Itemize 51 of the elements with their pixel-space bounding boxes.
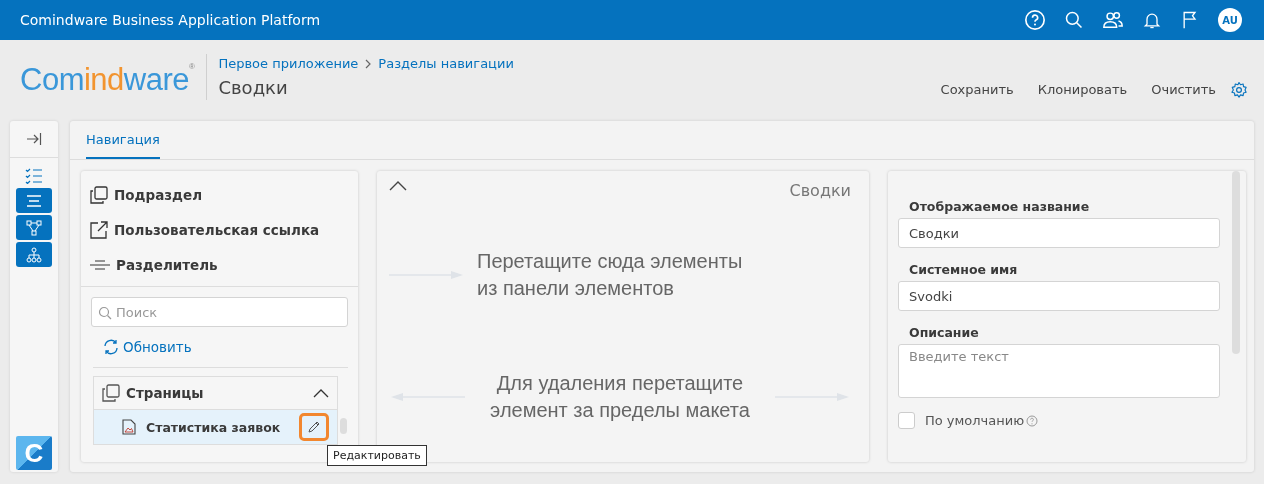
menu-icon bbox=[26, 194, 42, 207]
settings-icon[interactable] bbox=[1230, 80, 1248, 99]
tab[interactable]: Навигация bbox=[86, 121, 160, 159]
tooltip: Редактировать bbox=[327, 445, 427, 466]
copy-icon bbox=[90, 185, 108, 204]
field-label: Системное имя bbox=[909, 262, 1019, 277]
input-field[interactable]: Svodki bbox=[898, 281, 1220, 311]
toolbar-button[interactable]: Очистить bbox=[1141, 78, 1226, 101]
field-label: Описание bbox=[909, 325, 980, 340]
scrollbar-thumb[interactable] bbox=[339, 418, 347, 434]
drop-hint: Перетащите сюда элементы из панели элементов bbox=[477, 249, 743, 301]
edit-button[interactable] bbox=[299, 413, 329, 441]
input-field[interactable]: Сводки bbox=[898, 218, 1220, 248]
checkbox-label: По умолчанию bbox=[925, 413, 1025, 428]
toolbar-button[interactable]: Сохранить bbox=[930, 78, 1024, 101]
search-field[interactable]: Поиск bbox=[91, 297, 348, 327]
palette-item[interactable]: Разделитель bbox=[116, 256, 218, 273]
palette-item[interactable]: Пользовательская ссылка bbox=[114, 221, 320, 238]
chevron-right-icon bbox=[364, 58, 373, 69]
user-avatar[interactable]: AU bbox=[1218, 8, 1242, 32]
palette-item[interactable]: Подраздел bbox=[114, 186, 203, 203]
checklist-icon[interactable] bbox=[25, 168, 43, 184]
logo: Comindware$^{®}$ bbox=[20, 62, 196, 98]
refresh-link[interactable]: Обновить bbox=[103, 339, 192, 355]
canvas-title: Сводки bbox=[789, 181, 851, 200]
chevron-up-icon[interactable] bbox=[313, 388, 329, 398]
breadcrumb-link[interactable]: Разделы навигации bbox=[378, 56, 514, 71]
refresh-icon bbox=[103, 339, 119, 355]
external-link-icon bbox=[90, 220, 108, 239]
diagram-icon bbox=[26, 219, 42, 236]
separator-icon bbox=[90, 258, 110, 271]
image-file-icon bbox=[122, 419, 136, 435]
breadcrumb-link[interactable]: Первое приложение bbox=[218, 56, 359, 71]
hierarchy-button[interactable] bbox=[16, 242, 52, 267]
remove-hint: Для удаления перетащите элемент за пределы макета bbox=[490, 371, 750, 423]
pencil-icon bbox=[307, 420, 321, 434]
checkbox[interactable] bbox=[898, 412, 915, 429]
users-icon[interactable] bbox=[1102, 9, 1124, 31]
copy-icon bbox=[102, 384, 120, 402]
field-label: Отображаемое название bbox=[909, 199, 1091, 214]
search-icon[interactable] bbox=[1064, 10, 1084, 30]
collapse-icon[interactable] bbox=[26, 132, 42, 146]
hierarchy-icon bbox=[26, 246, 42, 263]
tree-group-label[interactable]: Страницы bbox=[126, 385, 204, 401]
text-area[interactable]: Введите текст bbox=[898, 344, 1220, 398]
page-title: Сводки bbox=[218, 77, 289, 98]
menu-button[interactable] bbox=[16, 188, 52, 213]
toolbar-button[interactable]: Клонировать bbox=[1027, 78, 1138, 101]
diagram-button[interactable] bbox=[16, 215, 52, 240]
chevron-up-icon[interactable] bbox=[389, 181, 407, 191]
app-title: Comindware Business Application Platform bbox=[20, 12, 321, 28]
